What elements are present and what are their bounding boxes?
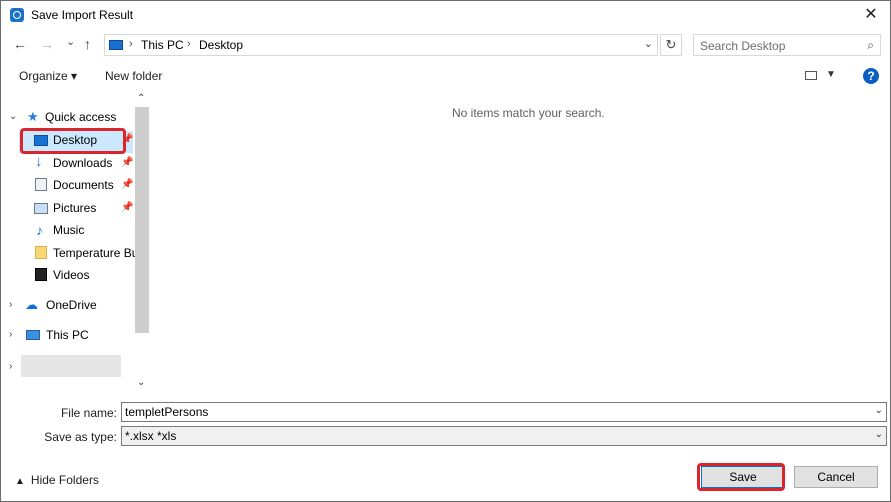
pin-icon: 📌 [121,179,134,190]
desktop-highlight-annotation [20,128,126,154]
search-input[interactable] [698,37,852,55]
redacted-item [21,355,121,377]
chevron-up-icon: ▲ [15,476,25,487]
chevron-down-icon[interactable]: ⌄ [9,107,17,127]
sidebar-item-label: Videos [53,268,90,282]
cloud-icon: ☁ [25,297,38,312]
documents-icon [35,178,47,191]
sidebar-item-downloads[interactable]: ↓ Downloads 📌 [1,153,135,173]
pictures-icon [34,203,48,214]
pin-icon: 📌 [121,202,134,213]
sidebar-item-label: Downloads [53,156,113,170]
address-bar[interactable]: › This PC › Desktop ⌄ [104,34,658,56]
breadcrumb-separator: › [187,38,191,50]
scroll-down-icon[interactable]: ⌄ [137,377,145,388]
save-dialog: Save Import Result ✕ ← → ⌄ ↑ › This PC ›… [0,0,891,502]
sidebar-item-music[interactable]: ♪ Music [1,220,135,240]
computer-icon [109,40,123,50]
sidebar-item-documents[interactable]: Documents 📌 [1,175,135,195]
command-bar: Organize ▾ New folder ▼ ? [1,63,890,89]
pin-icon: 📌 [121,157,134,168]
hide-folders-button[interactable]: ▲ Hide Folders [15,473,99,487]
save-as-type-select[interactable]: *.xlsx *xls ⌄ [121,426,887,446]
sidebar-item-label: This PC [46,328,89,342]
title-bar: Save Import Result ✕ [1,1,890,30]
forward-arrow-icon[interactable]: → [40,36,54,52]
app-icon [10,8,24,22]
up-arrow-icon[interactable]: ↑ [84,36,91,52]
sidebar-item-label: Documents [53,178,114,192]
sidebar-item-label: Pictures [53,201,97,215]
chevron-down-icon[interactable]: ⌄ [644,37,653,50]
file-name-input[interactable] [125,404,845,420]
new-folder-button[interactable]: New folder [105,69,162,83]
organize-button[interactable]: Organize ▾ [19,69,77,83]
chevron-right-icon[interactable]: › [9,357,12,377]
save-as-type-label: Save as type: [44,430,117,444]
sidebar-item-network[interactable]: › [1,357,21,377]
cancel-button[interactable]: Cancel [794,466,878,488]
sidebar-item-this-pc[interactable]: › This PC [1,325,135,345]
help-icon[interactable]: ? [863,68,879,84]
file-name-label: File name: [60,406,117,420]
navigation-bar: ← → ⌄ ↑ › This PC › Desktop ⌄ ↻ ⌕ [1,32,890,60]
sidebar-item-onedrive[interactable]: › ☁ OneDrive [1,295,135,315]
recent-locations-chevron-icon[interactable]: ⌄ [66,35,75,48]
breadcrumb-this-pc[interactable]: This PC [141,38,184,52]
search-box[interactable]: ⌕ [693,34,881,56]
hide-folders-label: Hide Folders [30,473,99,487]
sidebar-item-label: OneDrive [46,298,97,312]
sidebar-item-label: Temperature Bug [53,246,135,260]
chevron-down-icon[interactable]: ⌄ [875,405,883,416]
breadcrumb-desktop[interactable]: Desktop [199,38,243,52]
scrollbar-thumb[interactable] [135,107,149,333]
back-arrow-icon[interactable]: ← [13,36,27,52]
star-icon: ★ [27,109,39,124]
sidebar-item-videos[interactable]: Videos [1,265,135,285]
sidebar-item-label: Quick access [45,110,117,124]
sidebar-item-temperature-bug[interactable]: Temperature Bug [1,243,135,263]
folder-icon [35,246,47,259]
videos-icon [35,268,47,281]
sidebar-item-label: Music [53,223,85,237]
sidebar-scrollbar[interactable]: ⌃ ⌄ [135,93,149,391]
view-options-icon[interactable] [805,71,817,80]
save-highlight-annotation [697,463,785,491]
chevron-down-icon[interactable]: ⌄ [875,429,883,440]
sidebar-item-quick-access[interactable]: ⌄ ★ Quick access [1,107,135,127]
chevron-right-icon[interactable]: › [9,325,12,345]
window-title: Save Import Result [31,8,134,22]
empty-folder-message: No items match your search. [452,106,605,120]
file-name-combo[interactable]: ⌄ [121,402,887,422]
music-icon: ♪ [36,222,43,238]
computer-icon [26,330,40,340]
refresh-button[interactable]: ↻ [660,34,682,56]
search-icon[interactable]: ⌕ [867,38,874,53]
save-as-type-value: *.xlsx *xls [125,429,177,443]
sidebar-item-pictures[interactable]: Pictures 📌 [1,198,135,218]
chevron-right-icon[interactable]: › [9,295,12,315]
view-options-chevron-icon[interactable]: ▼ [826,69,836,80]
scroll-up-icon[interactable]: ⌃ [137,93,145,104]
breadcrumb-separator: › [129,38,133,50]
close-button[interactable]: ✕ [860,5,882,25]
